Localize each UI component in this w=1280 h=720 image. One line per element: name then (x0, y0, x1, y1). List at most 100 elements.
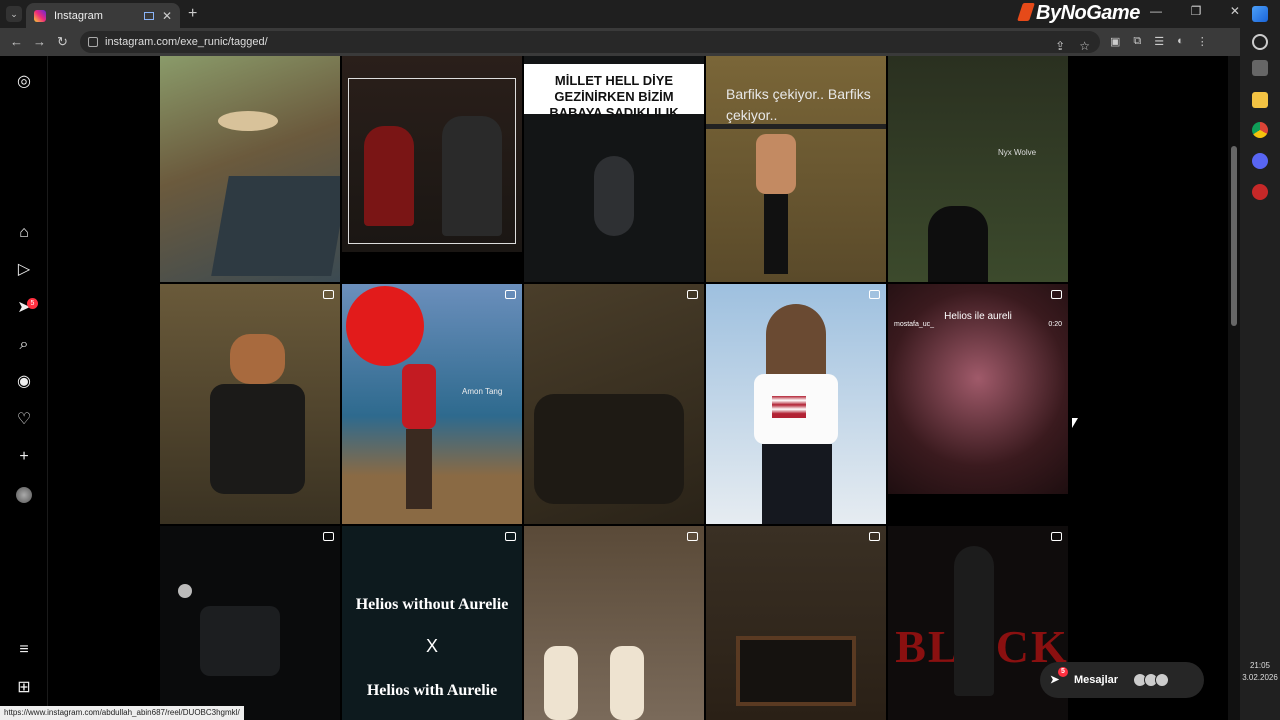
grid-tile[interactable]: Amon Tang (342, 284, 522, 524)
grid-tile[interactable] (706, 526, 886, 720)
tile-shape (764, 194, 788, 274)
search-icon[interactable]: ⌕ (15, 336, 33, 354)
grid-tile[interactable] (342, 56, 522, 252)
profile-icon[interactable]: ◐ (1177, 35, 1184, 48)
reload-icon[interactable]: ↻ (57, 34, 68, 50)
bookmark-star-icon[interactable]: ☆ (1079, 35, 1090, 57)
reel-icon (1051, 290, 1062, 299)
brand-logo: ByNoGame (1017, 2, 1140, 25)
status-bar-url: https://www.instagram.com/abdullah_abin6… (0, 706, 244, 720)
address-bar-icons: ⇪ ☆ (1055, 35, 1090, 57)
grid-tile[interactable] (524, 526, 704, 720)
tile-caption-mid: X (425, 636, 438, 656)
threads-apps-icon[interactable]: ⊞ (15, 679, 33, 697)
menu-dots-icon[interactable]: ⋮ (1197, 35, 1208, 48)
brand-icon (1017, 3, 1035, 21)
site-info-icon[interactable] (88, 37, 98, 47)
tile-caption: Amon Tang (462, 387, 503, 396)
mouse-cursor-icon (1072, 418, 1078, 428)
tile-duration: 0:20 (1048, 321, 1062, 328)
create-plus-icon[interactable]: + (15, 448, 33, 466)
messages-button[interactable]: ➤ 5 Mesajlar (1040, 662, 1204, 698)
flag-graphic (772, 396, 806, 418)
task-view-icon[interactable] (1252, 60, 1268, 76)
notification-badge: 5 (27, 298, 38, 309)
tile-shape (442, 116, 502, 236)
discord-icon[interactable] (1252, 153, 1268, 169)
close-tab-icon[interactable]: ✕ (162, 9, 172, 23)
messenger-icon: ➤ 5 (1050, 667, 1068, 687)
tile-shape (364, 126, 414, 226)
file-explorer-icon[interactable] (1252, 92, 1268, 108)
reel-icon (869, 290, 880, 299)
grid-tile[interactable]: MİLLET HELL DİYE GEZİNİRKEN BİZİM BABAYA… (524, 56, 704, 282)
system-clock[interactable]: 21:05 3.02.2026 (1242, 660, 1278, 684)
browser-tab-bar: ⌄ Instagram ✕ + ByNoGame — ❐ ✕ (0, 0, 1240, 28)
instagram-favicon-icon (34, 9, 46, 22)
grid-tile[interactable] (706, 284, 886, 524)
tile-shape (218, 111, 278, 131)
grid-tile[interactable] (160, 526, 340, 720)
reel-icon (687, 532, 698, 541)
more-menu-icon[interactable]: ≡ (15, 641, 33, 659)
address-bar[interactable]: instagram.com/exe_runic/tagged/ ⇪ ☆ (80, 31, 1100, 53)
grid-tile[interactable]: Nyx Wolve (888, 56, 1068, 282)
grid-tile[interactable]: Barfiks çekiyor.. Barfiks çekiyor.. (706, 56, 886, 282)
tile-shape (346, 286, 424, 366)
tile-shape (594, 156, 634, 236)
window-controls: — ❐ ✕ (1150, 4, 1240, 18)
tile-shape (928, 206, 988, 282)
extensions-puzzle-icon[interactable]: ⧉ (1133, 35, 1141, 48)
tile-username: mostafa_uc_ (894, 321, 935, 328)
tile-shape (736, 636, 856, 706)
grid-tile[interactable] (160, 56, 340, 282)
minimize-icon[interactable]: — (1150, 4, 1162, 18)
extension-icons: ▣ ⧉ ☰ ◐ ⋮ (1110, 35, 1208, 48)
forward-icon[interactable]: → (33, 34, 46, 49)
reel-icon (505, 290, 516, 299)
app-icon[interactable] (1252, 184, 1268, 200)
new-tab-button[interactable]: + (188, 5, 197, 23)
tile-shape (756, 134, 796, 194)
install-app-icon[interactable]: ⇪ (1055, 35, 1065, 57)
restore-icon[interactable]: ❐ (1191, 4, 1202, 18)
tile-shape (230, 334, 285, 384)
reels-icon[interactable]: ▷ (15, 261, 33, 279)
reading-list-icon[interactable]: ☰ (1154, 35, 1164, 48)
tile-shape (544, 646, 578, 720)
explore-icon[interactable]: ◉ (15, 373, 33, 391)
search-icon[interactable] (1252, 34, 1268, 50)
messages-badge: 5 (1058, 667, 1068, 677)
back-icon[interactable]: ← (10, 34, 23, 49)
notifications-heart-icon[interactable]: ♡ (15, 411, 33, 429)
extension-icon[interactable]: ▣ (1110, 35, 1120, 48)
close-window-icon[interactable]: ✕ (1230, 4, 1240, 18)
tile-shape (762, 444, 832, 524)
url-text: instagram.com/exe_runic/tagged/ (105, 36, 268, 48)
profile-avatar[interactable] (16, 487, 32, 503)
windows-start-icon[interactable] (1252, 6, 1268, 22)
browser-toolbar: ← → ↻ instagram.com/exe_runic/tagged/ ⇪ … (0, 28, 1240, 56)
tile-caption: MİLLET HELL DİYE GEZİNİRKEN BİZİM BABAYA… (549, 73, 679, 120)
home-icon[interactable]: ⌂ (15, 224, 33, 242)
chrome-icon[interactable] (1252, 122, 1268, 138)
tab-search-icon[interactable]: ⌄ (6, 6, 22, 22)
windows-taskbar: 21:05 3.02.2026 (1240, 0, 1280, 720)
grid-tile[interactable] (524, 284, 704, 524)
grid-tile[interactable] (160, 284, 340, 524)
reel-icon (323, 290, 334, 299)
brand-name: ByNoGame (1036, 2, 1140, 24)
clock-date: 3.02.2026 (1242, 673, 1278, 682)
grid-tile[interactable]: Helios without Aurelie X Helios with Aur… (342, 526, 522, 720)
grid-tile[interactable]: BLACK (888, 526, 1068, 720)
instagram-logo-icon[interactable]: ◎ (15, 73, 33, 91)
grid-tile[interactable]: Helios ile aureli mostafa_uc_ 0:20 (888, 284, 1068, 494)
pullup-bar (706, 124, 886, 129)
tile-caption: Barfiks çekiyor.. Barfiks çekiyor.. (726, 86, 871, 123)
media-icon[interactable] (143, 11, 154, 20)
page-scrollbar[interactable] (1228, 56, 1240, 720)
browser-tab[interactable]: Instagram ✕ (26, 3, 180, 28)
scrollbar-thumb[interactable] (1231, 146, 1237, 326)
tile-shape (406, 429, 432, 509)
tile-caption: Helios without Aurelie (355, 596, 509, 613)
